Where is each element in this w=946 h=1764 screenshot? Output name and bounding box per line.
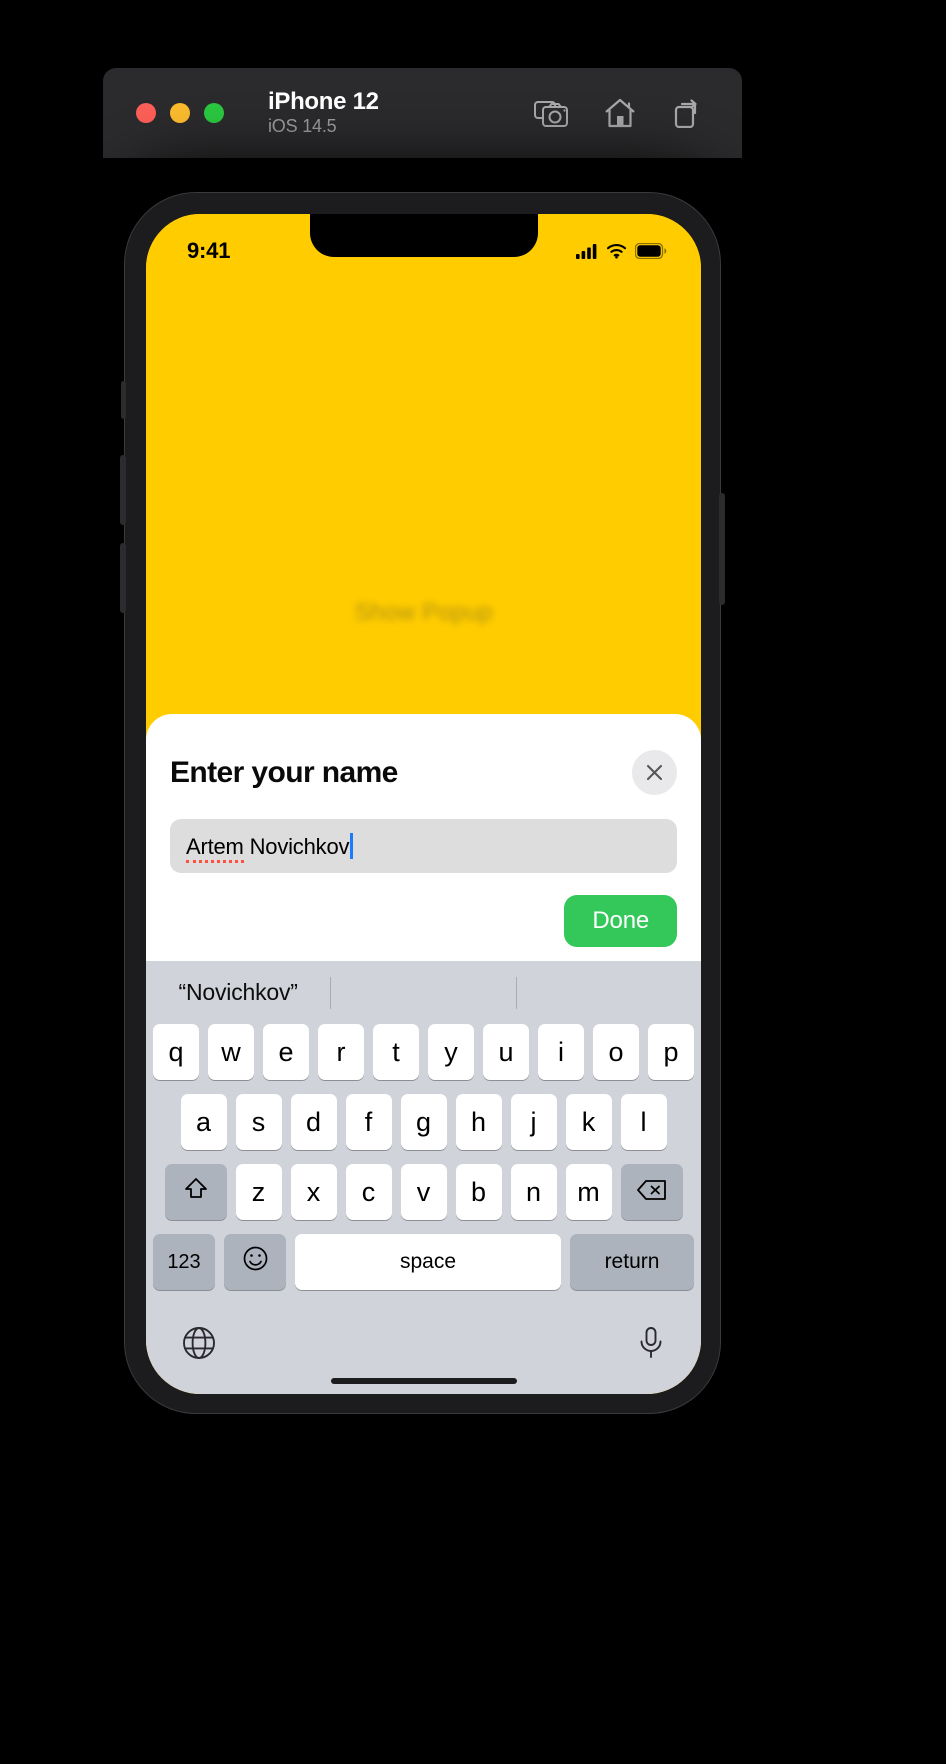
close-popup-button[interactable]: [632, 750, 677, 795]
key-o[interactable]: o: [593, 1024, 639, 1080]
display-notch: [309, 214, 538, 257]
key-a[interactable]: a: [180, 1094, 227, 1150]
popup-actions: Done: [170, 895, 677, 947]
popup-header: Enter your name: [170, 750, 677, 795]
suggestion-divider: [330, 976, 332, 1009]
key-x[interactable]: x: [290, 1164, 337, 1220]
text-caret: [350, 832, 354, 859]
status-bar-time: 9:41: [187, 238, 231, 263]
key-n[interactable]: n: [510, 1164, 557, 1220]
misspelled-word: Artem: [186, 833, 244, 863]
home-indicator: [330, 1378, 517, 1384]
numeric-key[interactable]: 123: [153, 1234, 215, 1290]
key-y[interactable]: y: [428, 1024, 474, 1080]
name-entry-popup: Enter your name Artem Novichkov Done: [146, 714, 701, 961]
screenshot-root: iPhone 12 iOS 14.5 9:41 Show Popup Enter…: [0, 0, 946, 1764]
key-q[interactable]: q: [153, 1024, 199, 1080]
key-f[interactable]: f: [345, 1094, 392, 1150]
key-r[interactable]: r: [318, 1024, 364, 1080]
key-h[interactable]: h: [455, 1094, 502, 1150]
keyboard-row-2: a s d f g h j k l: [146, 1094, 701, 1150]
status-bar-indicators: [576, 243, 667, 259]
wifi-icon: [606, 243, 627, 259]
rotate-icon[interactable]: [672, 98, 700, 128]
emoji-key[interactable]: [224, 1234, 286, 1290]
iphone-device-frame: 9:41 Show Popup Enter your name Artem No…: [120, 192, 725, 1414]
suggestion-divider: [515, 976, 517, 1009]
popup-title: Enter your name: [170, 755, 398, 789]
battery-icon: [635, 243, 667, 259]
key-s[interactable]: s: [235, 1094, 282, 1150]
suggestion-0[interactable]: “Novichkov”: [146, 979, 330, 1006]
power-button[interactable]: [719, 493, 725, 605]
key-p[interactable]: p: [648, 1024, 694, 1080]
keyboard-row-3: z x c v b n m: [146, 1164, 701, 1220]
close-icon: [645, 763, 664, 782]
minimize-window-button[interactable]: [170, 103, 190, 123]
name-input-value: Artem Novichkov: [186, 832, 354, 863]
screenshot-icon[interactable]: [534, 98, 568, 128]
key-w[interactable]: w: [208, 1024, 254, 1080]
name-input-rest: Novichkov: [243, 833, 350, 859]
backspace-key[interactable]: [620, 1164, 683, 1220]
home-icon[interactable]: [604, 98, 636, 128]
software-keyboard: “Novichkov” q w e r t y u i o p a s d f …: [146, 961, 701, 1394]
cellular-signal-icon: [576, 243, 598, 259]
keyboard-row-1: q w e r t y u i o p: [146, 1024, 701, 1080]
key-v[interactable]: v: [400, 1164, 447, 1220]
return-key[interactable]: return: [570, 1234, 694, 1290]
key-i[interactable]: i: [538, 1024, 584, 1080]
done-button[interactable]: Done: [564, 895, 677, 947]
key-j[interactable]: j: [510, 1094, 557, 1150]
dictation-icon[interactable]: [637, 1326, 665, 1360]
key-d[interactable]: d: [290, 1094, 337, 1150]
key-l[interactable]: l: [620, 1094, 667, 1150]
silent-switch[interactable]: [121, 381, 126, 419]
window-traffic-lights: [136, 103, 224, 123]
key-c[interactable]: c: [345, 1164, 392, 1220]
space-key[interactable]: space: [295, 1234, 561, 1290]
emoji-smiley-icon: [242, 1245, 269, 1279]
os-version: iOS 14.5: [268, 116, 337, 137]
close-window-button[interactable]: [136, 103, 156, 123]
keyboard-row-4: 123 space return: [146, 1234, 701, 1290]
key-z[interactable]: z: [235, 1164, 282, 1220]
keyboard-bottom-bar: [146, 1304, 701, 1376]
shift-key[interactable]: [164, 1164, 227, 1220]
volume-up-button[interactable]: [120, 455, 126, 525]
simulator-actions: [534, 98, 700, 128]
key-m[interactable]: m: [565, 1164, 612, 1220]
device-screen: 9:41 Show Popup Enter your name Artem No…: [146, 214, 701, 1394]
simulator-title-group: iPhone 12 iOS 14.5: [268, 88, 379, 137]
volume-down-button[interactable]: [120, 543, 126, 613]
key-t[interactable]: t: [373, 1024, 419, 1080]
globe-icon[interactable]: [182, 1326, 216, 1360]
name-input-field[interactable]: Artem Novichkov: [170, 819, 677, 873]
device-name: iPhone 12: [268, 88, 379, 116]
show-popup-button[interactable]: Show Popup: [146, 599, 701, 627]
backspace-icon: [636, 1177, 667, 1208]
zoom-window-button[interactable]: [204, 103, 224, 123]
key-k[interactable]: k: [565, 1094, 612, 1150]
key-g[interactable]: g: [400, 1094, 447, 1150]
key-e[interactable]: e: [263, 1024, 309, 1080]
shift-arrow-icon: [183, 1176, 209, 1209]
simulator-titlebar: iPhone 12 iOS 14.5: [103, 68, 742, 158]
key-b[interactable]: b: [455, 1164, 502, 1220]
keyboard-suggestion-bar: “Novichkov”: [146, 961, 701, 1024]
key-u[interactable]: u: [483, 1024, 529, 1080]
